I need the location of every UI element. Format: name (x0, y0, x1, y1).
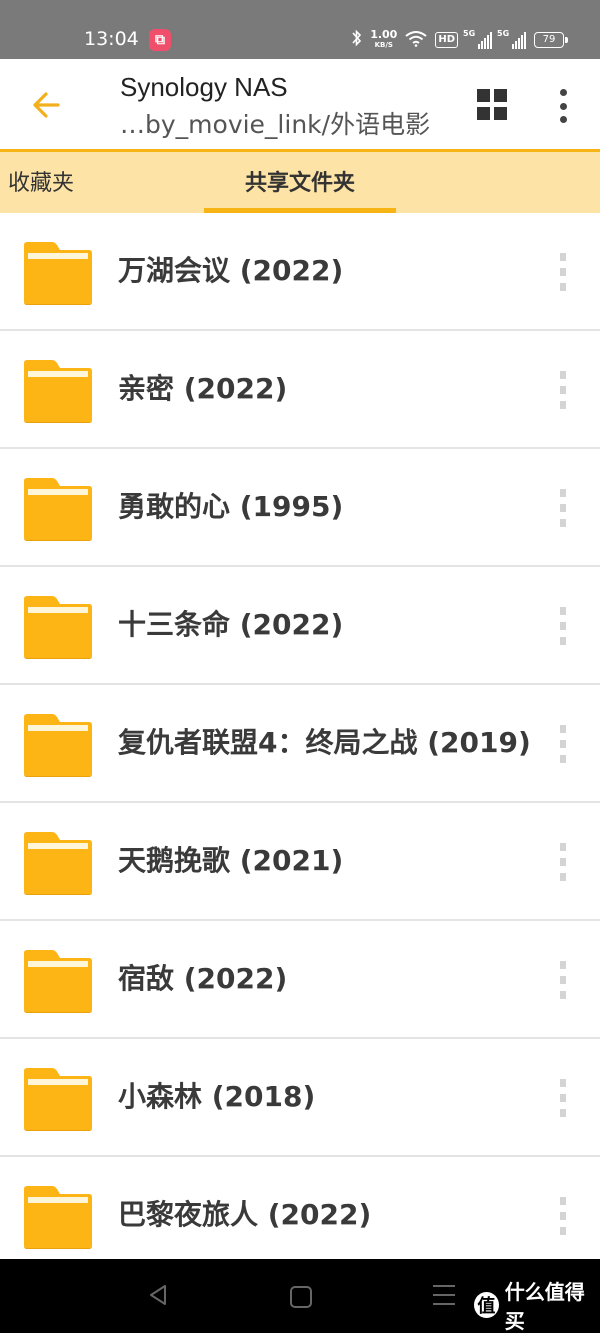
folder-icon (24, 1186, 92, 1249)
folder-row[interactable]: 勇敢的心 (1995) (0, 449, 600, 567)
watermark-badge: 值 (474, 1292, 499, 1318)
tab-shared-folders[interactable]: 共享文件夹 (204, 152, 396, 213)
more-options-icon[interactable] (553, 843, 573, 881)
folder-icon (24, 832, 92, 895)
folder-row[interactable]: 宿敌 (2022) (0, 921, 600, 1039)
more-options-icon[interactable] (553, 725, 573, 763)
hd-indicator: HD (435, 32, 458, 48)
bluetooth-icon (352, 29, 362, 51)
folder-icon (24, 478, 92, 541)
arrow-left-icon (33, 92, 60, 118)
current-path: …by_movie_link/外语电影 (120, 110, 431, 139)
more-options-icon[interactable] (553, 489, 573, 527)
page-title: Synology NAS (120, 72, 288, 102)
folder-icon (24, 950, 92, 1013)
grid-view-icon-cell (494, 107, 507, 120)
signal-sim1: 5G (463, 29, 492, 49)
battery-icon: 79 (534, 32, 568, 48)
nav-home-icon[interactable] (290, 1286, 312, 1308)
folder-row[interactable]: 巴黎夜旅人 (2022) (0, 1157, 600, 1275)
grid-view-icon (477, 89, 490, 102)
folder-name: 巴黎夜旅人 (2022) (118, 1198, 372, 1231)
tab-favorites[interactable]: 收藏夹 (8, 152, 74, 213)
app-notification-icon: ⧉ (149, 29, 171, 51)
folder-name: 十三条命 (2022) (118, 608, 344, 641)
folder-list: 万湖会议 (2022) 亲密 (2022) 勇敢的心 (1995) 十三条命 (202… (0, 213, 600, 1275)
folder-name: 宿敌 (2022) (118, 962, 288, 995)
grid-view-icon-cell (494, 89, 507, 102)
watermark: 值 什么值得买 (474, 1276, 600, 1334)
folder-icon (24, 596, 92, 659)
tab-bar: 收藏夹 共享文件夹 (0, 149, 600, 213)
folder-name: 小森林 (2018) (118, 1080, 316, 1113)
folder-row[interactable]: 十三条命 (2022) (0, 567, 600, 685)
more-options-icon[interactable] (553, 371, 573, 409)
wifi-icon (405, 30, 427, 50)
network-speed: 1.00 KB/S (370, 28, 398, 50)
folder-row[interactable]: 万湖会议 (2022) (0, 213, 600, 331)
folder-name: 亲密 (2022) (118, 372, 288, 405)
folder-name: 复仇者联盟4：终局之战 (2019) (118, 726, 531, 759)
grid-view-button[interactable] (477, 89, 509, 121)
network-speed-value: 1.00 (370, 28, 398, 41)
more-options-icon[interactable] (553, 1079, 573, 1117)
sim1-label: 5G (463, 29, 476, 38)
status-bar: 13:04 ⧉ 1.00 KB/S HD 5G 5G 79 (0, 0, 600, 59)
folder-icon (24, 360, 92, 423)
nav-recents-icon[interactable] (433, 1285, 455, 1305)
more-vertical-icon[interactable] (553, 89, 573, 123)
app-bar: Synology NAS …by_movie_link/外语电影 (0, 59, 600, 149)
status-time: 13:04 (84, 28, 139, 50)
more-options-icon[interactable] (553, 253, 573, 291)
more-options-icon[interactable] (553, 607, 573, 645)
folder-row[interactable]: 亲密 (2022) (0, 331, 600, 449)
signal-sim2: 5G (497, 29, 526, 49)
folder-row[interactable]: 天鹅挽歌 (2021) (0, 803, 600, 921)
folder-name: 万湖会议 (2022) (118, 254, 344, 287)
nav-back-icon[interactable] (148, 1284, 168, 1310)
folder-row[interactable]: 复仇者联盟4：终局之战 (2019) (0, 685, 600, 803)
grid-view-icon-cell (477, 107, 490, 120)
sim2-label: 5G (497, 29, 510, 38)
folder-icon (24, 1068, 92, 1131)
more-options-icon[interactable] (553, 1197, 573, 1235)
status-icons: 1.00 KB/S HD 5G 5G 79 (352, 28, 568, 52)
folder-name: 勇敢的心 (1995) (118, 490, 344, 523)
back-button[interactable] (30, 89, 62, 121)
folder-row[interactable]: 小森林 (2018) (0, 1039, 600, 1157)
network-speed-unit: KB/S (374, 41, 393, 49)
system-nav-bar: 值 什么值得买 (0, 1259, 600, 1333)
folder-icon (24, 714, 92, 777)
folder-icon (24, 242, 92, 305)
folder-name: 天鹅挽歌 (2021) (118, 844, 344, 877)
more-options-icon[interactable] (553, 961, 573, 999)
watermark-text: 什么值得买 (504, 1280, 585, 1333)
